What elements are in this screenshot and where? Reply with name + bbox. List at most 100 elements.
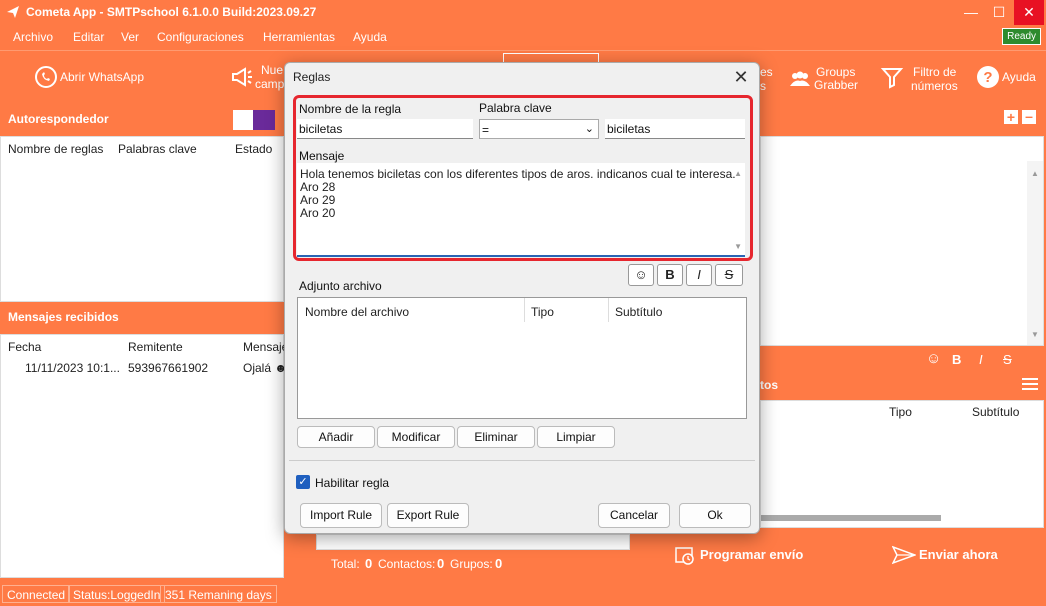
horizontal-scrollbar[interactable] <box>761 515 941 521</box>
menu-ver[interactable]: Ver <box>121 30 139 44</box>
col-status[interactable]: Estado <box>235 142 272 156</box>
message-line: Aro 29 <box>300 193 336 207</box>
import-rule-button[interactable]: Import Rule <box>300 503 382 528</box>
autoresponder-title: Autorespondedor <box>8 112 109 126</box>
rules-dialog: Reglas ✕ Nombre de la regla Palabra clav… <box>284 62 760 534</box>
enable-rule-checkbox[interactable]: ✓ <box>296 475 310 489</box>
groups-value: 0 <box>495 556 503 571</box>
help-icon: ? <box>977 66 999 88</box>
right-panel-header: + – <box>760 104 1046 136</box>
total-value: 0 <box>365 556 373 571</box>
whatsapp-label: Abrir WhatsApp <box>60 70 145 84</box>
whatsapp-icon <box>35 66 57 88</box>
keyword-input[interactable] <box>605 119 745 139</box>
autoresponder-list: Nombre de reglas Palabras clave Estado <box>0 136 284 302</box>
keyword-label: Palabra clave <box>479 101 552 115</box>
vertical-scrollbar[interactable]: ▲ ▼ <box>1027 161 1043 345</box>
maximize-button[interactable]: ☐ <box>986 0 1012 25</box>
svg-text:?: ? <box>983 69 992 86</box>
scroll-up-icon[interactable]: ▲ <box>1031 169 1039 178</box>
minimize-button[interactable]: — <box>958 0 984 25</box>
groups-label-top: Groups <box>816 65 856 79</box>
menu-configuraciones[interactable]: Configuraciones <box>157 30 244 44</box>
clock-calendar-icon <box>675 547 694 565</box>
right-attachments-list: Tipo Subtítulo <box>760 400 1044 528</box>
col-type[interactable]: Tipo <box>531 305 554 319</box>
message-line: Aro 20 <box>300 206 336 220</box>
column-divider <box>524 298 525 322</box>
clear-button[interactable]: Limpiar <box>537 426 615 448</box>
cancel-button[interactable]: Cancelar <box>598 503 670 528</box>
menu-icon[interactable] <box>1022 378 1038 390</box>
operator-select[interactable]: = ⌄ <box>479 119 599 139</box>
export-rule-button[interactable]: Export Rule <box>387 503 469 528</box>
emoji-icon[interactable]: ☺ <box>926 350 941 367</box>
col-message[interactable]: Mensaje <box>243 340 288 354</box>
table-row[interactable]: 11/11/2023 10:1... 593967661902 Ojalá ☻ <box>1 357 287 377</box>
totals-bar: Total: 0 Contactos: 0 Grupos: 0 <box>316 550 630 578</box>
partial-label-top: es <box>760 65 773 79</box>
toggle-on-segment <box>253 110 275 130</box>
filter-icon <box>880 68 904 89</box>
separator <box>289 460 755 461</box>
modify-button[interactable]: Modificar <box>377 426 455 448</box>
row-message: Ojalá ☻ <box>243 361 287 375</box>
right-col-type[interactable]: Tipo <box>889 405 912 419</box>
contacts-value: 0 <box>437 556 445 571</box>
dialog-close-button[interactable]: ✕ <box>729 65 753 89</box>
send-now-label: Enviar ahora <box>919 547 998 562</box>
bold-icon[interactable]: B <box>952 352 961 367</box>
schedule-label: Programar envío <box>700 547 804 562</box>
attachments-table: Nombre del archivo Tipo Subtítulo <box>297 297 747 419</box>
emoji-button[interactable]: ☺ <box>628 264 654 286</box>
enable-rule-label: Habilitar regla <box>315 476 390 490</box>
col-date[interactable]: Fecha <box>8 340 41 354</box>
col-rule-name[interactable]: Nombre de reglas <box>8 142 103 156</box>
middle-list-bottom <box>316 534 630 550</box>
textarea-scroll-down-icon[interactable]: ▼ <box>734 242 742 251</box>
col-sender[interactable]: Remitente <box>128 340 183 354</box>
bold-button[interactable]: B <box>657 264 683 286</box>
rule-name-input[interactable] <box>297 119 473 139</box>
italic-button[interactable]: I <box>686 264 712 286</box>
col-file-name[interactable]: Nombre del archivo <box>305 305 409 319</box>
message-line: Aro 28 <box>300 180 336 194</box>
contacts-label: Contactos: <box>378 557 436 571</box>
right-message-area[interactable]: ▲ ▼ <box>760 136 1044 346</box>
italic-icon[interactable]: I <box>979 352 983 367</box>
emoji-icon: ☺ <box>634 267 648 282</box>
remove-icon[interactable]: – <box>1022 109 1036 124</box>
strikethrough-button[interactable]: S <box>715 264 743 286</box>
delete-button[interactable]: Eliminar <box>457 426 535 448</box>
status-days: 351 Remaning days <box>160 585 277 603</box>
right-col-subtitle[interactable]: Subtítulo <box>972 405 1019 419</box>
add-icon[interactable]: + <box>1004 110 1018 124</box>
rule-name-label: Nombre de la regla <box>299 102 402 116</box>
window-title: Cometa App - SMTPschool 6.1.0.0 Build:20… <box>26 5 317 19</box>
groups-label-bottom: Grabber <box>814 78 859 92</box>
filter-label-bottom: números <box>911 79 958 93</box>
status-connection: Connected <box>2 585 71 603</box>
menu-herramientas[interactable]: Herramientas <box>263 30 335 44</box>
autoresponder-toggle[interactable] <box>233 110 275 130</box>
scroll-down-icon[interactable]: ▼ <box>1031 330 1039 339</box>
col-subtitle[interactable]: Subtítulo <box>615 305 662 319</box>
col-keywords[interactable]: Palabras clave <box>118 142 197 156</box>
title-bar: Cometa App - SMTPschool 6.1.0.0 Build:20… <box>0 0 1046 25</box>
filter-label-top: Filtro de <box>913 65 957 79</box>
strike-icon[interactable]: S <box>1003 352 1012 367</box>
textarea-scroll-up-icon[interactable]: ▲ <box>734 169 742 178</box>
menu-editar[interactable]: Editar <box>73 30 104 44</box>
ok-button[interactable]: Ok <box>679 503 751 528</box>
add-button[interactable]: Añadir <box>297 426 375 448</box>
row-date: 11/11/2023 10:1... <box>25 361 120 375</box>
partial-label-bottom: s <box>760 79 766 93</box>
close-button[interactable]: ✕ <box>1014 0 1044 25</box>
message-textarea[interactable]: Hola tenemos biciletas con los diferente… <box>297 163 745 257</box>
received-list: Fecha Remitente Mensaje 11/11/2023 10:1.… <box>0 334 288 578</box>
menu-ayuda[interactable]: Ayuda <box>353 30 387 44</box>
column-divider <box>608 298 609 322</box>
attach-label: Adjunto archivo <box>299 279 382 293</box>
bold-icon: B <box>665 267 675 282</box>
menu-archivo[interactable]: Archivo <box>13 30 53 44</box>
